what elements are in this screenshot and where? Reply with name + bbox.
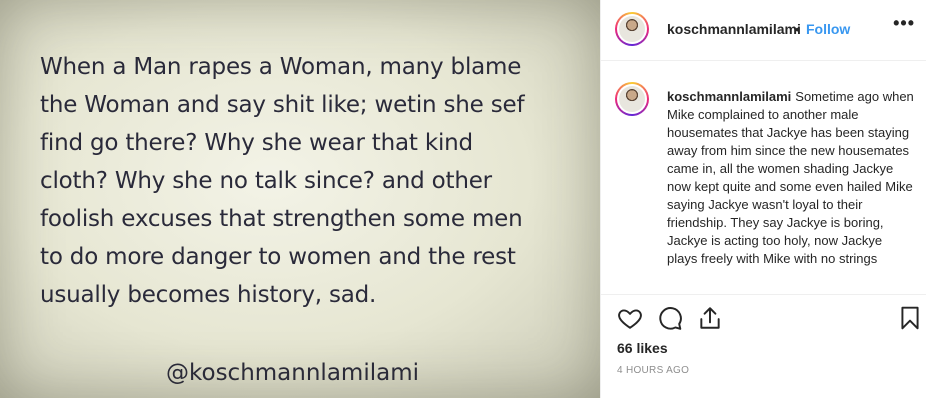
avatar-photo [619, 16, 645, 42]
post-sidebar: koschmannlamilami • Follow ••• koschmann… [600, 0, 926, 398]
quote-line: foolish excuses that strengthen some men [40, 206, 523, 232]
caption-avatar[interactable] [615, 82, 649, 116]
caption-body: Sometime ago when Mike complained to ano… [667, 89, 914, 266]
likes-count[interactable]: 66 likes [617, 340, 668, 356]
follow-button[interactable]: Follow [806, 21, 850, 37]
image-watermark: @koschmannlamilami [166, 360, 419, 386]
post-timestamp[interactable]: 4 HOURS AGO [617, 365, 689, 376]
comment-icon[interactable] [657, 305, 683, 331]
share-icon[interactable] [697, 305, 723, 331]
caption: koschmannlamilami Sometime ago when Mike … [667, 88, 915, 268]
quote-line: usually becomes history, sad. [40, 282, 377, 308]
avatar[interactable] [615, 12, 649, 46]
more-options-icon[interactable]: ••• [893, 13, 915, 34]
header-username[interactable]: koschmannlamilami [667, 21, 801, 37]
caption-username[interactable]: koschmannlamilami [667, 89, 791, 104]
quote-line: the Woman and say shit like; wetin she s… [40, 92, 525, 118]
post-image[interactable]: When a Man rapes a Woman, many blame the… [0, 0, 600, 398]
quote-line: to do more danger to women and the rest [40, 244, 516, 270]
avatar-photo [619, 86, 645, 112]
heart-icon[interactable] [617, 305, 643, 331]
actions-bar: 66 likes 4 HOURS AGO [601, 294, 926, 398]
bookmark-icon[interactable] [897, 305, 923, 331]
separator-dot: • [795, 21, 800, 37]
caption-area: koschmannlamilami Sometime ago when Mike … [601, 62, 926, 294]
quote-line: find go there? Why she wear that kind [40, 130, 473, 156]
post-header: koschmannlamilami • Follow ••• [601, 0, 926, 61]
quote-line: cloth? Why she no talk since? and other [40, 168, 492, 194]
quote-line: When a Man rapes a Woman, many blame [40, 54, 522, 80]
quote-text: When a Man rapes a Woman, many blame the… [40, 48, 600, 314]
